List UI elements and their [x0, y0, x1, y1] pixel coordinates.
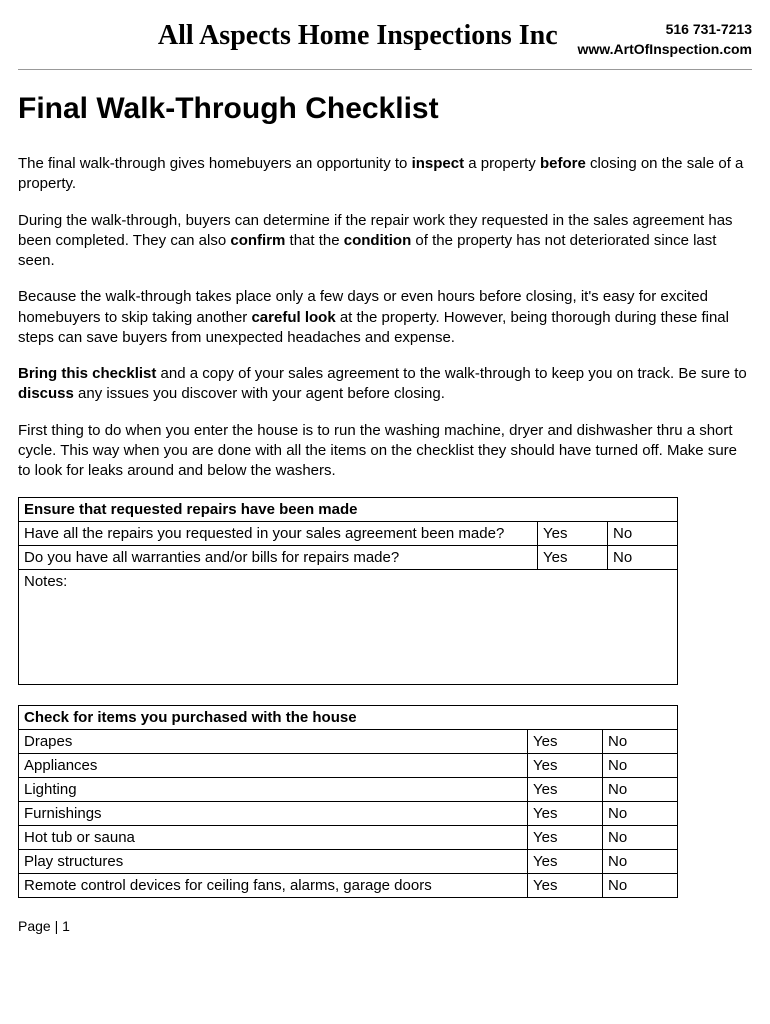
company-name: All Aspects Home Inspections Inc — [18, 20, 578, 52]
table-row: Remote control devices for ceiling fans,… — [19, 874, 678, 898]
repairs-header: Ensure that requested repairs have been … — [19, 498, 678, 522]
contact-block: 516 731-7213 www.ArtOfInspection.com — [578, 20, 753, 59]
notes-cell: Notes: — [19, 570, 678, 685]
table-row: Do you have all warranties and/or bills … — [19, 546, 678, 570]
item-cell: Drapes — [19, 730, 528, 754]
items-header: Check for items you purchased with the h… — [19, 706, 678, 730]
question-cell: Do you have all warranties and/or bills … — [19, 546, 538, 570]
repairs-table: Ensure that requested repairs have been … — [18, 497, 678, 685]
yes-cell: Yes — [528, 874, 603, 898]
document-title: Final Walk-Through Checklist — [18, 92, 752, 126]
header-divider — [18, 69, 752, 70]
document-header: All Aspects Home Inspections Inc 516 731… — [18, 20, 752, 59]
item-cell: Play structures — [19, 850, 528, 874]
no-cell: No — [603, 754, 678, 778]
no-cell: No — [603, 874, 678, 898]
yes-cell: Yes — [528, 826, 603, 850]
no-cell: No — [608, 522, 678, 546]
yes-cell: Yes — [538, 522, 608, 546]
question-cell: Have all the repairs you requested in yo… — [19, 522, 538, 546]
item-cell: Lighting — [19, 778, 528, 802]
table-row: Drapes Yes No — [19, 730, 678, 754]
table-row: Have all the repairs you requested in yo… — [19, 522, 678, 546]
table-header-row: Check for items you purchased with the h… — [19, 706, 678, 730]
intro-paragraph-3: Because the walk-through takes place onl… — [18, 287, 752, 348]
table-row: Hot tub or sauna Yes No — [19, 826, 678, 850]
yes-cell: Yes — [528, 778, 603, 802]
no-cell: No — [603, 802, 678, 826]
intro-paragraph-1: The final walk-through gives homebuyers … — [18, 154, 752, 195]
table-row: Furnishings Yes No — [19, 802, 678, 826]
items-table: Check for items you purchased with the h… — [18, 705, 678, 898]
no-cell: No — [608, 546, 678, 570]
phone-number: 516 731-7213 — [578, 20, 753, 40]
table-row: Lighting Yes No — [19, 778, 678, 802]
website-url: www.ArtOfInspection.com — [578, 40, 753, 60]
yes-cell: Yes — [528, 754, 603, 778]
no-cell: No — [603, 850, 678, 874]
table-header-row: Ensure that requested repairs have been … — [19, 498, 678, 522]
page-footer: Page | 1 — [18, 918, 752, 934]
item-cell: Appliances — [19, 754, 528, 778]
yes-cell: Yes — [528, 850, 603, 874]
item-cell: Hot tub or sauna — [19, 826, 528, 850]
no-cell: No — [603, 730, 678, 754]
table-row: Play structures Yes No — [19, 850, 678, 874]
yes-cell: Yes — [528, 802, 603, 826]
intro-paragraph-4: Bring this checklist and a copy of your … — [18, 364, 752, 405]
item-cell: Furnishings — [19, 802, 528, 826]
no-cell: No — [603, 826, 678, 850]
no-cell: No — [603, 778, 678, 802]
intro-paragraph-5: First thing to do when you enter the hou… — [18, 421, 752, 482]
yes-cell: Yes — [538, 546, 608, 570]
yes-cell: Yes — [528, 730, 603, 754]
notes-row: Notes: — [19, 570, 678, 685]
item-cell: Remote control devices for ceiling fans,… — [19, 874, 528, 898]
intro-paragraph-2: During the walk-through, buyers can dete… — [18, 211, 752, 272]
table-row: Appliances Yes No — [19, 754, 678, 778]
